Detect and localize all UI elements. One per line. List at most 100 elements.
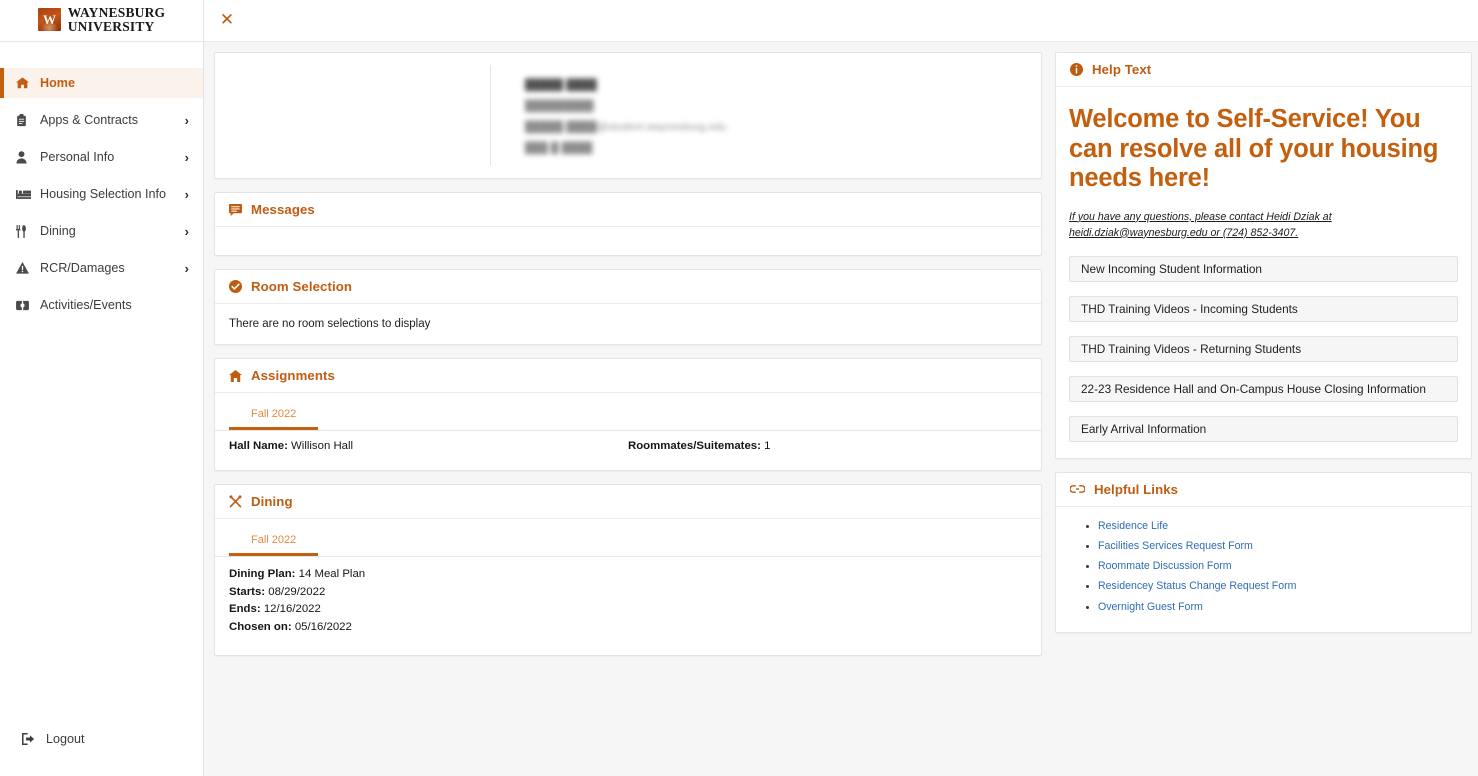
assignments-card-title: Assignments <box>251 368 335 383</box>
helpful-link-residency-status-change-request-form[interactable]: Residencey Status Change Request Form <box>1098 580 1296 592</box>
room-selection-empty-text: There are no room selections to display <box>229 318 431 330</box>
utensils-icon <box>16 224 32 238</box>
list-item: Residencey Status Change Request Form <box>1098 580 1458 594</box>
brand-mark-letter: W <box>42 12 56 27</box>
assignment-field-value: Willison Hall <box>291 440 354 452</box>
bed-icon <box>16 189 32 200</box>
assignments-card: Assignments Fall 2022 Hall Name: Williso… <box>214 358 1042 471</box>
dining-field-value: 12/16/2022 <box>263 603 321 616</box>
sidebar-item-label: Personal Info <box>40 150 115 164</box>
helpful-link-roommate-discussion-form[interactable]: Roommate Discussion Form <box>1098 560 1232 572</box>
list-item: Facilities Services Request Form <box>1098 540 1458 554</box>
chevron-right-icon: › <box>184 112 189 128</box>
help-accordion-item-residence-hall-closing-information[interactable]: 22-23 Residence Hall and On-Campus House… <box>1069 375 1458 402</box>
assignments-tab-strip: Fall 2022 <box>215 403 1041 431</box>
link-icon <box>1070 484 1085 494</box>
list-item: Overnight Guest Form <box>1098 601 1458 615</box>
dining-field-chosen-on: Chosen on: 05/16/2022 <box>229 619 1027 637</box>
student-dob: ███ █ ████ <box>525 142 593 154</box>
dining-field-value: 05/16/2022 <box>294 621 352 634</box>
sidebar-item-rcr-damages[interactable]: RCR/Damages › <box>0 253 203 283</box>
dining-card-title: Dining <box>251 494 293 509</box>
help-text-card-title: Help Text <box>1092 62 1152 77</box>
student-email: █████.████@student.waynesburg.edu <box>525 121 727 133</box>
assignment-field-hall-name: Hall Name: Willison Hall <box>229 440 628 452</box>
utensils-crossed-icon <box>229 495 242 508</box>
room-selection-card-body: There are no room selections to display <box>215 304 1041 344</box>
helpful-links-list: Residence Life Facilities Services Reque… <box>1069 520 1458 615</box>
logout-icon <box>22 733 38 745</box>
messages-card-title: Messages <box>251 202 315 217</box>
brand-wordmark: WAYNESBURG UNIVERSITY <box>67 5 166 34</box>
list-item: Residence Life <box>1098 520 1458 534</box>
app-root: W WAYNESBURG UNIVERSITY Home Apps & Cont… <box>0 0 1478 776</box>
dining-field-label: Ends: <box>229 603 261 616</box>
sidebar-item-apps-contracts[interactable]: Apps & Contracts › <box>0 105 203 135</box>
helpful-link-residence-life[interactable]: Residence Life <box>1098 520 1168 532</box>
brand-line-2: UNIVERSITY <box>67 19 155 34</box>
sidebar-item-label: Home <box>40 76 75 90</box>
logout-label: Logout <box>46 732 85 746</box>
close-icon[interactable]: ✕ <box>218 12 236 30</box>
assignments-card-header: Assignments <box>215 359 1041 393</box>
sidebar-item-label: Apps & Contracts <box>40 113 138 127</box>
sidebar-item-dining[interactable]: Dining › <box>0 216 203 246</box>
assignments-tabs-wrap: Fall 2022 Hall Name: Willison Hall Roomm… <box>215 393 1041 470</box>
clipboard-icon <box>16 113 32 127</box>
sidebar-nav: Home Apps & Contracts › Personal Info › <box>0 42 203 724</box>
messages-card-header: Messages <box>215 193 1041 227</box>
help-accordion-item-early-arrival-information[interactable]: Early Arrival Information <box>1069 415 1458 442</box>
assignments-tab-panel: Hall Name: Willison Hall Roommates/Suite… <box>215 431 1041 470</box>
topbar: ✕ <box>204 0 1478 42</box>
list-item: Roommate Discussion Form <box>1098 560 1458 574</box>
main-region: ✕ █████ ████ █████████ █████.████@studen… <box>204 0 1478 776</box>
sidebar-item-home[interactable]: Home <box>0 68 203 98</box>
user-icon <box>16 150 32 164</box>
dining-card: Dining Fall 2022 Dining Plan: 14 Meal Pl… <box>214 484 1042 656</box>
assignment-field-label: Hall Name: <box>229 440 288 452</box>
helpful-links-card-title: Helpful Links <box>1094 481 1179 497</box>
helpful-link-facilities-services-request-form[interactable]: Facilities Services Request Form <box>1098 540 1253 552</box>
room-selection-card-header: Room Selection <box>215 270 1041 304</box>
room-selection-card: Room Selection There are no room selecti… <box>214 269 1042 345</box>
ticket-icon <box>16 299 32 311</box>
sidebar-item-housing-selection-info[interactable]: Housing Selection Info › <box>0 179 203 209</box>
helpful-links-card: Helpful Links Residence Life Facilities … <box>1055 471 1472 634</box>
sidebar-item-personal-info[interactable]: Personal Info › <box>0 142 203 172</box>
dining-field-value: 14 Meal Plan <box>298 568 366 580</box>
dining-field-label: Dining Plan: <box>229 568 296 580</box>
logout-button[interactable]: Logout <box>0 724 203 754</box>
dining-tab-fall-2022[interactable]: Fall 2022 <box>229 529 319 556</box>
content-area: █████ ████ █████████ █████.████@student.… <box>204 42 1478 776</box>
help-text-card-body: Welcome to Self-Service! You can resolve… <box>1056 87 1471 458</box>
student-photo-placeholder <box>215 53 490 178</box>
help-text-contact-note: If you have any questions, please contac… <box>1069 210 1332 239</box>
sidebar-item-label: RCR/Damages <box>40 261 125 275</box>
message-icon <box>229 203 242 216</box>
brand-logo[interactable]: W WAYNESBURG UNIVERSITY <box>0 0 203 42</box>
help-accordion-item-new-incoming-student-information[interactable]: New Incoming Student Information <box>1069 255 1458 282</box>
help-accordion-item-thd-training-videos-returning[interactable]: THD Training Videos - Returning Students <box>1069 335 1458 362</box>
dining-field-label: Chosen on: <box>229 621 292 634</box>
dining-field-ends: Ends: 12/16/2022 <box>229 601 1027 619</box>
messages-card-body <box>215 227 1041 255</box>
waynesburg-shield-icon: W <box>37 8 61 31</box>
dining-field-starts: Starts: 08/29/2022 <box>229 584 1027 602</box>
assignments-tab-fall-2022[interactable]: Fall 2022 <box>229 403 319 430</box>
dining-tab-panel: Dining Plan: 14 Meal Plan Starts: 08/29/… <box>215 557 1041 655</box>
helpful-link-overnight-guest-form[interactable]: Overnight Guest Form <box>1098 601 1203 613</box>
dining-tab-strip: Fall 2022 <box>215 529 1041 557</box>
chevron-right-icon: › <box>184 223 189 239</box>
sidebar-item-activities-events[interactable]: Activities/Events <box>0 290 203 320</box>
student-name: █████ ████ <box>525 79 597 91</box>
chevron-right-icon: › <box>184 186 189 202</box>
sidebar-item-label: Activities/Events <box>40 298 132 312</box>
right-column: Help Text Welcome to Self-Service! You c… <box>1055 52 1472 634</box>
assignments-fields: Hall Name: Willison Hall Roommates/Suite… <box>229 440 1027 452</box>
help-accordion-item-thd-training-videos-incoming[interactable]: THD Training Videos - Incoming Students <box>1069 295 1458 322</box>
room-selection-card-title: Room Selection <box>251 279 353 294</box>
